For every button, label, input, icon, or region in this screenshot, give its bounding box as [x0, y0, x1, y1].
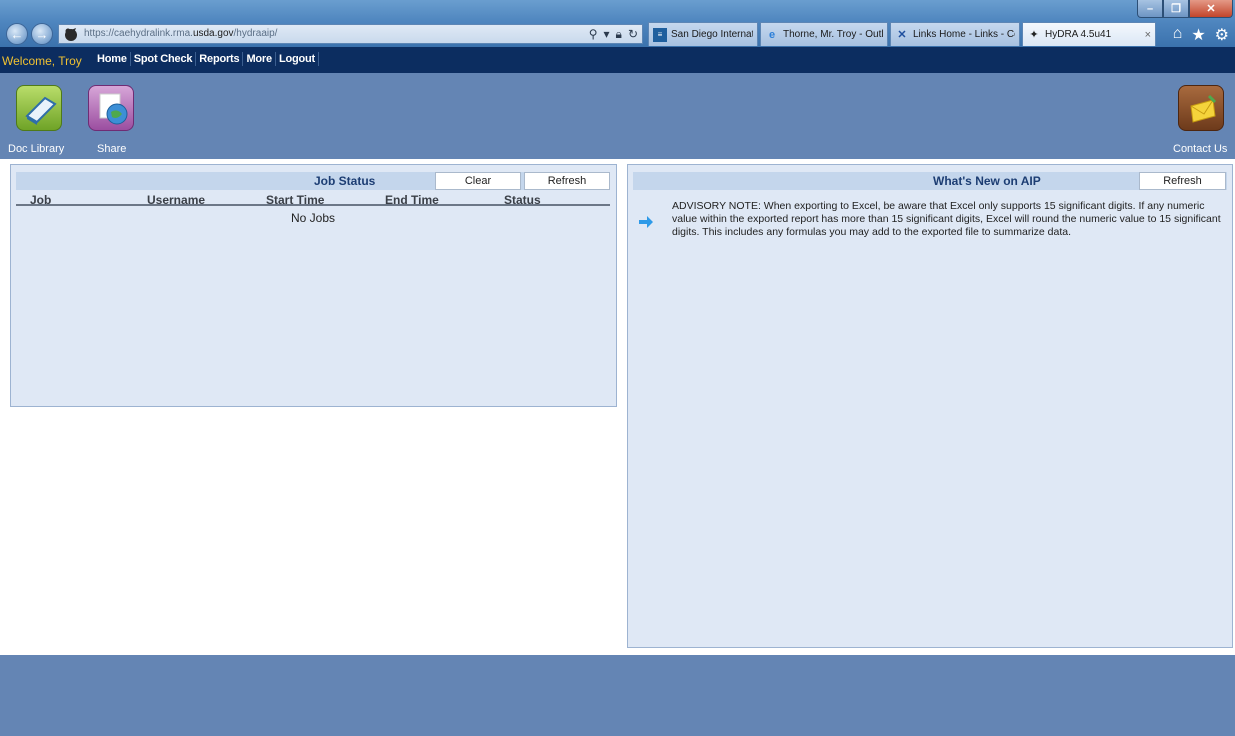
share-label: Share — [97, 143, 127, 155]
footer-band — [0, 655, 1235, 736]
tab-close-icon[interactable]: × — [1139, 29, 1151, 41]
window-controls: – ❐ ✕ — [1137, 0, 1233, 18]
nav-more[interactable]: More — [243, 52, 276, 66]
nav-home[interactable]: Home — [94, 52, 131, 66]
contact-us-button[interactable] — [1178, 85, 1224, 131]
doc-library-label: Doc Library — [8, 143, 65, 155]
links-icon: ✕ — [897, 29, 907, 41]
hydra-icon: ✦ — [1029, 29, 1039, 41]
top-nav: Home Spot Check Reports More Logout — [94, 52, 319, 66]
job-status-header: Job Status Clear Refresh — [16, 172, 610, 190]
close-window-button[interactable]: ✕ — [1189, 0, 1233, 18]
arrow-right-icon — [639, 216, 653, 228]
star-icon[interactable]: ★ — [1191, 25, 1205, 45]
job-refresh-button[interactable]: Refresh — [524, 172, 610, 190]
whats-new-refresh-button[interactable]: Refresh — [1139, 172, 1226, 190]
minimize-button[interactable]: – — [1137, 0, 1163, 18]
address-tools: ⚲ ▾ 🔒︎ ↻ — [589, 27, 638, 42]
search-icon[interactable]: ⚲ — [589, 27, 598, 42]
tab-outlook[interactable]: e Thorne, Mr. Troy - Outlo... — [760, 22, 888, 46]
lock-icon: 🔒︎ — [615, 27, 622, 41]
envelope-icon — [1190, 94, 1217, 123]
ie-icon: e — [768, 28, 776, 41]
advisory-note: ADVISORY NOTE: When exporting to Excel, … — [672, 200, 1221, 238]
welcome-text: Welcome, Troy — [2, 54, 82, 68]
doc-library-button[interactable] — [16, 85, 62, 131]
book-icon — [25, 96, 57, 125]
col-job[interactable]: Job — [30, 193, 51, 207]
icon-band: Doc Library Share Contact Us — [0, 73, 1235, 159]
whats-new-header: What's New on AIP Refresh — [633, 172, 1227, 190]
no-jobs-text: No Jobs — [291, 211, 336, 225]
col-status[interactable]: Status — [504, 193, 541, 207]
browser-nav-row: ← → https://caehydralink.rma.usda.gov/hy… — [0, 22, 1235, 46]
refresh-icon[interactable]: ↻ — [628, 27, 638, 42]
app-top-bar: Welcome, Troy Home Spot Check Reports Mo… — [0, 47, 1235, 73]
home-icon[interactable]: ⌂ — [1173, 25, 1183, 45]
job-table-header: Job Username Start Time End Time Status — [16, 192, 610, 207]
tab-san-diego[interactable]: ≡ San Diego International... — [648, 22, 758, 46]
contact-us-label: Contact Us — [1173, 143, 1228, 155]
tab-links-home[interactable]: ✕ Links Home - Links - Co... — [890, 22, 1020, 46]
clear-button[interactable]: Clear — [435, 172, 521, 190]
globe-share-icon — [99, 93, 128, 125]
url-text: https://caehydralink.rma.usda.gov/hydraa… — [84, 28, 278, 39]
back-arrow-icon[interactable]: ← — [6, 23, 28, 45]
forward-arrow-icon[interactable]: → — [31, 23, 53, 45]
col-username[interactable]: Username — [147, 193, 205, 207]
job-status-panel: Job Status Clear Refresh Job Username St… — [10, 164, 617, 407]
restore-button[interactable]: ❐ — [1163, 0, 1189, 18]
page-icon: ≡ — [653, 27, 667, 42]
browser-chrome: – ❐ ✕ ← → https://caehydralink.rma.usda.… — [0, 0, 1235, 47]
tab-hydra[interactable]: ✦ HyDRA 4.5u41 × — [1022, 22, 1156, 46]
whats-new-panel: What's New on AIP Refresh ADVISORY NOTE:… — [627, 164, 1233, 648]
nav-logout[interactable]: Logout — [276, 52, 319, 66]
whats-new-title: What's New on AIP — [933, 174, 1041, 188]
site-favicon-icon — [65, 28, 77, 41]
address-bar[interactable]: https://caehydralink.rma.usda.gov/hydraa… — [58, 24, 643, 44]
col-end-time[interactable]: End Time — [385, 193, 439, 207]
job-status-title: Job Status — [314, 174, 376, 188]
share-button[interactable] — [88, 85, 134, 131]
gear-icon[interactable]: ⚙ — [1215, 25, 1229, 45]
col-start-time[interactable]: Start Time — [266, 193, 324, 207]
browser-tools: ⌂ ★ ⚙ — [1173, 25, 1229, 45]
nav-spot-check[interactable]: Spot Check — [131, 52, 197, 66]
dropdown-icon[interactable]: ▾ — [604, 27, 610, 42]
nav-reports[interactable]: Reports — [196, 52, 244, 66]
